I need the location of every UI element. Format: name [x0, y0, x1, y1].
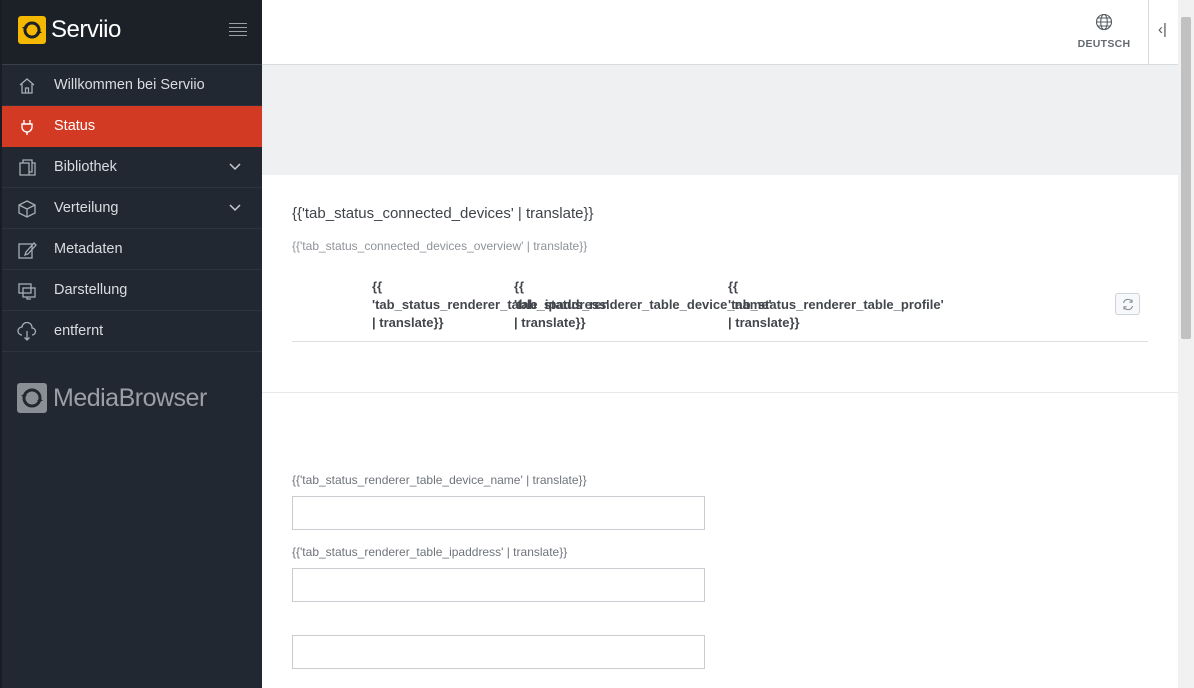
sidebar-item-welcome[interactable]: Willkommen bei Serviio: [2, 65, 262, 106]
mediabrowser-label: MediaBrowser: [53, 384, 207, 412]
card-title: {{'tab_status_connected_devices' | trans…: [292, 205, 594, 222]
display-icon: [17, 281, 37, 301]
globe-icon: [1095, 13, 1113, 36]
sidebar-item-label: Metadaten: [54, 241, 123, 257]
language-selector[interactable]: DEUTSCH: [1074, 12, 1134, 54]
sidebar-item-label: Darstellung: [54, 282, 128, 298]
refresh-button[interactable]: [1115, 293, 1140, 315]
devices-table-header: {{ 'tab_status_renderer_table_ipaddress'…: [292, 275, 1148, 342]
home-icon: [17, 76, 37, 96]
sidebar-item-library[interactable]: Bibliothek: [2, 147, 262, 188]
chevron-down-icon[interactable]: [228, 201, 242, 215]
sidebar: Serviio Willkommen bei Serviio Status Bi…: [0, 0, 262, 688]
sidebar-nav: Willkommen bei Serviio Status Bibliothek…: [2, 65, 262, 352]
page-scrollbar[interactable]: [1178, 0, 1194, 688]
device-name-label: {{'tab_status_renderer_table_device_name…: [292, 473, 587, 487]
cloud-icon: [17, 321, 37, 342]
profile-field[interactable]: [292, 635, 705, 669]
brand-header: Serviio: [2, 0, 262, 65]
sidebar-item-distribution[interactable]: Verteilung: [2, 188, 262, 229]
content-banner: [262, 65, 1178, 175]
column-header-profile[interactable]: {{ 'tab_status_renderer_table_profile' |…: [728, 278, 944, 332]
sidebar-item-status[interactable]: Status: [2, 106, 262, 147]
top-header: DEUTSCH ‹|: [262, 0, 1178, 65]
scrollbar-thumb[interactable]: [1181, 17, 1191, 339]
plug-icon: [17, 117, 37, 137]
sidebar-item-label: Bibliothek: [54, 159, 117, 175]
refresh-icon: [1122, 298, 1134, 311]
mediabrowser-link[interactable]: MediaBrowser: [17, 382, 217, 414]
edit-icon: [17, 240, 37, 260]
ipaddress-field[interactable]: [292, 568, 705, 602]
sidebar-item-metadata[interactable]: Metadaten: [2, 229, 262, 270]
sidebar-item-label: Status: [54, 118, 96, 134]
collapse-icon: ‹|: [1158, 21, 1167, 38]
sidebar-item-display[interactable]: Darstellung: [2, 270, 262, 311]
main-content: {{'tab_status_connected_devices' | trans…: [262, 65, 1178, 688]
sidebar-item-remote[interactable]: entfernt: [2, 311, 262, 352]
ipaddress-label: {{'tab_status_renderer_table_ipaddress' …: [292, 545, 568, 559]
brand-name: Serviio: [51, 16, 121, 43]
sidebar-item-label: entfernt: [54, 323, 104, 339]
hamburger-menu-icon[interactable]: [229, 23, 247, 37]
sidebar-item-label: Willkommen bei Serviio: [54, 77, 205, 93]
mediabrowser-logo-icon: [17, 383, 47, 413]
collapse-panel-button[interactable]: ‹|: [1148, 0, 1178, 64]
language-label: DEUTSCH: [1077, 38, 1131, 50]
sidebar-item-label: Verteilung: [54, 200, 119, 216]
device-name-field[interactable]: [292, 496, 705, 530]
chevron-down-icon[interactable]: [228, 160, 242, 174]
connected-devices-card: {{'tab_status_connected_devices' | trans…: [262, 175, 1178, 393]
card-subtitle: {{'tab_status_connected_devices_overview…: [292, 239, 588, 253]
library-icon: [17, 158, 37, 178]
serviio-logo-icon: [18, 16, 46, 44]
box-icon: [17, 199, 37, 219]
